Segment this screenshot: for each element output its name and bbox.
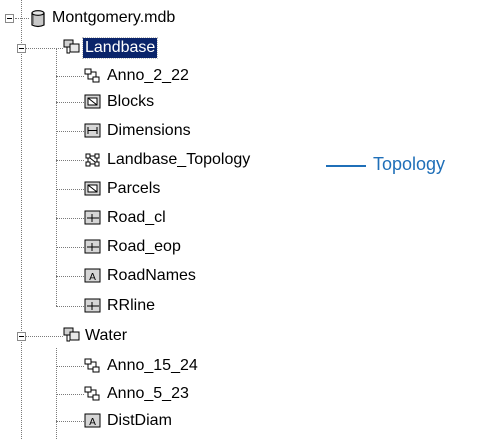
tree-node-topology[interactable]: Landbase_Topology [105,150,252,170]
tree-connector-h [56,276,84,277]
tree-node-feature-class[interactable]: RRline [105,296,157,316]
feature-dataset-icon [63,39,80,54]
tree-connector-h [15,18,29,19]
tree-node-feature-class[interactable]: Anno_5_23 [105,384,191,404]
callout-label: Topology [373,154,446,174]
tree-connector-h [56,247,84,248]
tree-node-feature-class[interactable]: Dimensions [105,121,193,141]
tree-connector-h [21,336,63,337]
tree-connector-h [21,48,63,49]
tree-connector-h [56,366,84,367]
line-class-icon [84,298,101,313]
feature-dataset-icon [63,327,80,342]
tree-node-feature-class[interactable]: Anno_2_22 [105,66,191,86]
tree-connector-h [56,394,84,395]
tree-connector-landbase [56,48,57,306]
callout-leader-line [326,165,366,167]
catalog-tree: Montgomery.mdb Landbase Anno_2_22 Blocks… [0,0,488,439]
svg-text:A: A [89,272,96,283]
tree-node-feature-class[interactable]: Parcels [105,179,162,199]
polygon-class-icon [84,181,101,196]
annotation-class-icon [84,358,100,373]
annotation-class-icon [84,68,100,83]
tree-node-feature-class[interactable]: RoadNames [105,266,198,286]
topology-icon [85,153,100,167]
line-class-icon [84,239,101,254]
tree-node-feature-class[interactable]: Road_eop [105,237,183,257]
tree-node-feature-class[interactable]: Road_cl [105,208,168,228]
tree-connector-h [56,306,84,307]
tree-connector-h [56,189,84,190]
tree-connector-h [56,102,84,103]
svg-text:A: A [89,417,96,428]
tree-connector-h [56,218,84,219]
collapse-toggle[interactable] [17,332,26,341]
tree-node-dataset[interactable]: Landbase [81,37,159,59]
database-icon [31,10,45,28]
tree-connector-h [56,160,84,161]
collapse-toggle[interactable] [5,14,14,23]
dimension-class-icon [84,123,101,138]
tree-node-root[interactable]: Montgomery.mdb [50,8,177,28]
tree-connector-root [21,0,22,439]
tree-node-dataset[interactable]: Water [83,326,129,346]
annotation-text-icon: A [84,413,101,428]
annotation-class-icon [84,386,100,401]
tree-node-feature-class[interactable]: DistDiam [105,411,174,431]
tree-connector-h [56,131,84,132]
tree-connector-h [56,76,84,77]
line-class-icon [84,210,101,225]
tree-connector-h [56,421,84,422]
tree-node-feature-class[interactable]: Blocks [105,92,156,112]
polygon-class-icon [84,94,101,109]
collapse-toggle[interactable] [17,44,26,53]
annotation-text-icon: A [84,268,101,283]
tree-node-feature-class[interactable]: Anno_15_24 [105,356,200,376]
